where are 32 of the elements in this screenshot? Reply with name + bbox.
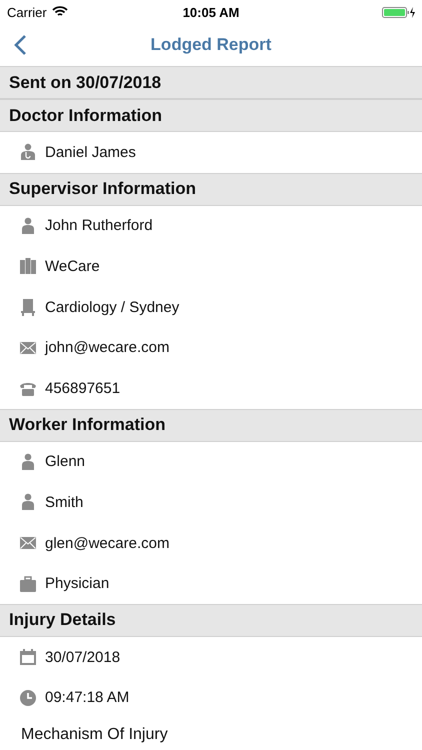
doctor-icon bbox=[19, 143, 37, 162]
person-icon bbox=[19, 493, 37, 512]
battery-icon bbox=[382, 6, 416, 18]
page-title: Lodged Report bbox=[150, 35, 272, 55]
info-text: glen@wecare.com bbox=[45, 534, 170, 552]
section-header: Worker Information bbox=[0, 408, 422, 442]
info-text: 456897651 bbox=[45, 380, 120, 397]
building-icon bbox=[19, 257, 37, 276]
section-header: Sent on 30/07/2018 bbox=[0, 66, 422, 99]
info-text: Physician bbox=[45, 575, 110, 592]
section-header: Supervisor Information bbox=[0, 172, 422, 206]
info-text: 30/07/2018 bbox=[45, 648, 120, 666]
info-text: WeCare bbox=[45, 258, 100, 275]
info-text: John Rutherford bbox=[45, 217, 153, 234]
info-text: 09:47:18 AM bbox=[45, 689, 130, 706]
carrier-label: Carrier bbox=[7, 4, 47, 20]
info-text: Smith bbox=[45, 494, 84, 511]
person-icon bbox=[19, 216, 37, 235]
calendar-icon bbox=[19, 648, 37, 666]
briefcase-icon bbox=[19, 574, 37, 593]
subheading: Mechanism Of Injury bbox=[20, 725, 169, 744]
status-time: 10:05 AM bbox=[182, 4, 240, 20]
info-text: Daniel James bbox=[45, 144, 136, 161]
info-text: Glenn bbox=[45, 453, 86, 470]
section-header: Injury Details bbox=[0, 604, 422, 637]
wifi-icon bbox=[52, 6, 68, 18]
clock-icon bbox=[19, 688, 37, 707]
info-text: Cardiology / Sydney bbox=[45, 298, 180, 316]
info-text: john@wecare.com bbox=[45, 339, 170, 356]
section-header: Doctor Information bbox=[0, 99, 422, 132]
person-icon bbox=[19, 452, 37, 471]
chevron-left-icon bbox=[14, 34, 26, 56]
